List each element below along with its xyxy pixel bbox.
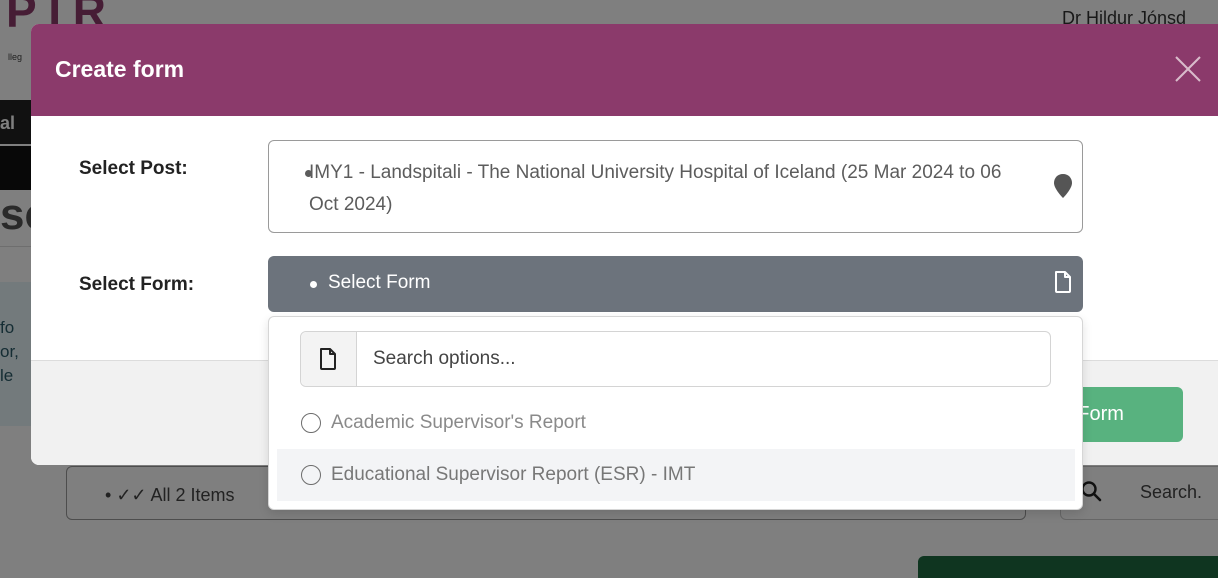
search-addon bbox=[301, 332, 357, 386]
file-icon bbox=[1055, 271, 1071, 293]
select-post-label: Select Post: bbox=[79, 158, 188, 179]
select-form-dropdown[interactable]: Select Form bbox=[268, 256, 1083, 312]
selected-post-text: IMY1 - Landspitali - The National Univer… bbox=[309, 162, 1002, 215]
map-marker-icon bbox=[1054, 174, 1072, 198]
select-form-label: Select Form: bbox=[79, 274, 195, 295]
close-icon[interactable] bbox=[1171, 52, 1205, 86]
file-icon bbox=[320, 348, 336, 370]
option-label: Educational Supervisor Report (ESR) - IM… bbox=[331, 464, 696, 485]
select-form-value: Select Form bbox=[328, 272, 431, 293]
modal-header: Create form bbox=[31, 24, 1218, 116]
options-search-group bbox=[300, 331, 1051, 387]
bullet bbox=[310, 281, 317, 288]
radio-icon bbox=[301, 465, 321, 485]
radio-icon bbox=[301, 413, 321, 433]
option-label: Academic Supervisor's Report bbox=[331, 412, 586, 433]
option-item[interactable]: Educational Supervisor Report (ESR) - IM… bbox=[277, 449, 1075, 501]
modal-title: Create form bbox=[55, 56, 185, 82]
form-options-dropdown: Academic Supervisor's Report Educational… bbox=[268, 316, 1083, 510]
option-item[interactable]: Academic Supervisor's Report bbox=[277, 397, 1075, 449]
select-post-dropdown[interactable]: IMY1 - Landspitali - The National Univer… bbox=[268, 140, 1083, 233]
options-search-input[interactable] bbox=[357, 332, 1050, 386]
